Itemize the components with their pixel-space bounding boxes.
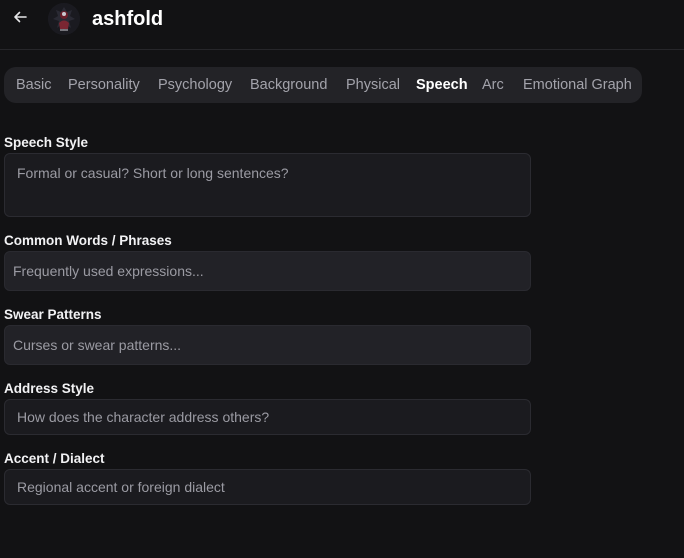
page-title: ashfold <box>92 8 164 30</box>
speech-style-label: Speech Style <box>4 135 89 150</box>
swear-patterns-label: Swear Patterns <box>4 307 102 322</box>
tab-speech[interactable]: Speech <box>416 67 468 103</box>
back-button[interactable] <box>9 6 31 28</box>
swear-patterns-input[interactable] <box>4 325 531 365</box>
address-style-input[interactable] <box>4 399 531 435</box>
tab-background[interactable]: Background <box>250 67 327 103</box>
tab-physical[interactable]: Physical <box>346 67 400 103</box>
avatar-image <box>48 3 80 35</box>
tab-arc[interactable]: Arc <box>482 67 504 103</box>
app-header: ashfold <box>0 0 684 50</box>
character-avatar[interactable] <box>48 3 80 35</box>
tab-personality[interactable]: Personality <box>68 67 140 103</box>
tab-psychology[interactable]: Psychology <box>158 67 232 103</box>
common-words-label: Common Words / Phrases <box>4 233 172 248</box>
common-words-input[interactable] <box>4 251 531 291</box>
accent-dialect-label: Accent / Dialect <box>4 451 105 466</box>
tab-basic[interactable]: Basic <box>16 67 51 103</box>
arrow-left-icon <box>14 11 27 23</box>
speech-style-input[interactable] <box>4 153 531 217</box>
tab-emotional-graph[interactable]: Emotional Graph <box>523 67 632 103</box>
address-style-label: Address Style <box>4 381 95 396</box>
accent-dialect-input[interactable] <box>4 469 531 505</box>
tab-bar: Basic Personality Psychology Background … <box>4 67 642 103</box>
